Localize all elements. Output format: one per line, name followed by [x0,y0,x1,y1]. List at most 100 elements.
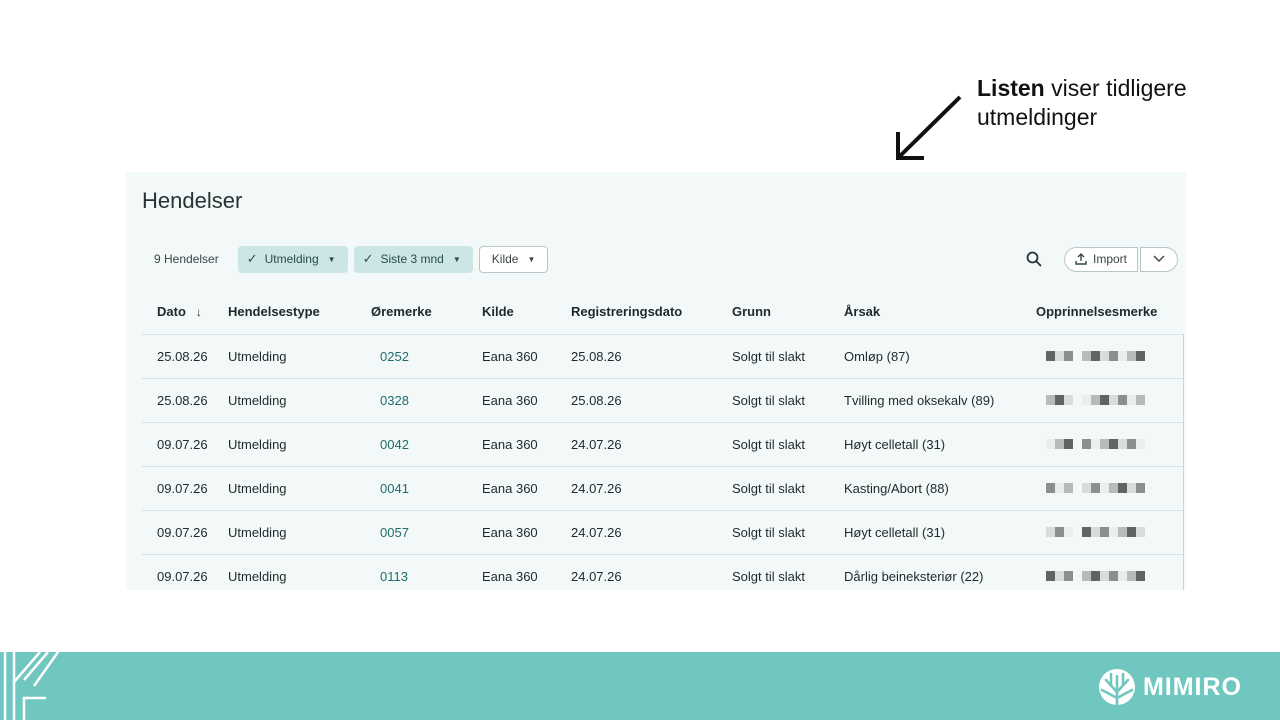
column-header-dato[interactable]: Dato ↓ [142,290,228,335]
table-row[interactable]: 25.08.26 Utmelding 0252 Eana 360 25.08.26 Sol… [142,334,1184,379]
filter-chip-kilde[interactable]: Kilde ▼ [478,245,549,273]
column-header-reason[interactable]: Grunn [732,290,844,335]
table-header-row: Dato ↓ Hendelsestype Øremerke Kilde Regis… [142,290,1184,335]
cell-earmark: 0252 [371,334,482,379]
events-table: Dato ↓ Hendelsestype Øremerke Kilde Regis… [142,290,1184,590]
filter-chip-period[interactable]: ✓ Siste 3 mnd ▼ [353,245,473,273]
annotation-bold: Listen [977,75,1045,101]
redacted-pixels [1046,350,1145,361]
table-row[interactable]: 25.08.26 Utmelding 0328 Eana 360 25.08.26 Sol… [142,378,1184,423]
import-menu-button[interactable] [1140,246,1178,272]
earmark-link[interactable]: 0057 [371,525,409,540]
table-row[interactable]: 09.07.26 Utmelding 0057 Eana 360 24.07.26 Sol… [142,510,1184,555]
cell-regdate: 24.07.26 [571,466,732,511]
cell-regdate: 25.08.26 [571,378,732,423]
cell-type: Utmelding [228,466,371,511]
cell-reason: Solgt til slakt [732,510,844,555]
column-header-origin-mark[interactable]: Opprinnelsesmerke [1036,290,1184,335]
scroll-edge [1183,334,1184,590]
cell-source: Eana 360 [482,554,571,590]
column-header-source[interactable]: Kilde [482,290,571,335]
earmark-link[interactable]: 0328 [371,393,409,408]
annotation-text: Listen viser tidligere utmeldinger [977,74,1237,132]
events-panel: Hendelser 9 Hendelser ✓ Utmelding ▼ ✓ Si… [126,172,1186,590]
cell-reason: Solgt til slakt [732,554,844,590]
sort-down-icon[interactable]: ↓ [196,305,202,319]
footer-band: MIMIRO [0,652,1280,720]
cell-source: Eana 360 [482,378,571,423]
cell-type: Utmelding [228,554,371,590]
column-header-cause[interactable]: Årsak [844,290,1036,335]
cell-cause: Dårlig beineksteriør (22) [844,554,1036,590]
cell-cause: Høyt celletall (31) [844,422,1036,467]
cell-origin-mark-redacted [1036,510,1184,555]
cell-earmark: 0328 [371,378,482,423]
cell-origin-mark-redacted [1036,422,1184,467]
cell-source: Eana 360 [482,422,571,467]
earmark-link[interactable]: 0042 [371,437,409,452]
chevron-down-icon [1153,255,1165,262]
earmark-link[interactable]: 0113 [371,569,408,584]
event-count: 9 Hendelser [154,252,219,266]
cell-origin-mark-redacted [1036,554,1184,590]
cell-type: Utmelding [228,510,371,555]
earmark-link[interactable]: 0041 [371,481,409,496]
cell-regdate: 25.08.26 [571,334,732,379]
cell-cause: Kasting/Abort (88) [844,466,1036,511]
cell-cause: Høyt celletall (31) [844,510,1036,555]
cell-earmark: 0057 [371,510,482,555]
redacted-pixels [1046,570,1145,581]
cell-cause: Omløp (87) [844,334,1036,379]
cell-earmark: 0042 [371,422,482,467]
redacted-pixels [1046,526,1145,537]
cell-source: Eana 360 [482,510,571,555]
cell-date: 25.08.26 [142,378,228,423]
slide: Listen viser tidligere utmeldinger Hende… [0,0,1280,720]
cell-regdate: 24.07.26 [571,510,732,555]
table-row[interactable]: 09.07.26 Utmelding 0113 Eana 360 24.07.26 Sol… [142,554,1184,590]
column-header-regdate[interactable]: Registreringsdato [571,290,732,335]
search-button[interactable] [1020,245,1048,273]
cell-regdate: 24.07.26 [571,554,732,590]
cell-type: Utmelding [228,334,371,379]
table-row[interactable]: 09.07.26 Utmelding 0042 Eana 360 24.07.26 Sol… [142,422,1184,467]
redacted-pixels [1046,394,1145,405]
import-label: Import [1092,252,1127,266]
cell-regdate: 24.07.26 [571,422,732,467]
arrow-icon [896,95,962,160]
caret-down-icon: ▼ [452,254,461,264]
column-header-type[interactable]: Hendelsestype [228,290,371,335]
cell-date: 09.07.26 [142,510,228,555]
decorative-lines-icon [3,652,60,720]
cell-reason: Solgt til slakt [732,334,844,379]
redacted-pixels [1046,438,1145,449]
brand-logo: MIMIRO [1097,668,1242,706]
table-row[interactable]: 09.07.26 Utmelding 0041 Eana 360 24.07.26 Sol… [142,466,1184,511]
caret-down-icon: ▼ [527,254,536,264]
earmark-link[interactable]: 0252 [371,349,409,364]
search-icon [1026,251,1042,267]
caret-down-icon: ▼ [327,254,336,264]
filter-label: Siste 3 mnd [380,252,444,266]
cell-origin-mark-redacted [1036,378,1184,423]
check-icon: ✓ [246,251,258,266]
cell-earmark: 0041 [371,466,482,511]
cell-reason: Solgt til slakt [732,422,844,467]
cell-earmark: 0113 [371,554,482,590]
cell-reason: Solgt til slakt [732,466,844,511]
upload-icon [1075,253,1087,265]
filter-chip-utmelding[interactable]: ✓ Utmelding ▼ [237,245,348,273]
import-button[interactable]: Import [1063,246,1138,272]
filter-label: Utmelding [264,252,319,266]
filter-label: Kilde [491,252,519,266]
toolbar: 9 Hendelser ✓ Utmelding ▼ ✓ Siste 3 mnd … [142,245,1178,273]
brand-name: MIMIRO [1142,672,1242,701]
cell-cause: Tvilling med oksekalv (89) [844,378,1036,423]
cell-origin-mark-redacted [1036,466,1184,511]
tree-logo-icon [1098,669,1135,706]
cell-type: Utmelding [228,378,371,423]
column-header-earmark[interactable]: Øremerke [371,290,482,335]
cell-date: 09.07.26 [142,422,228,467]
cell-origin-mark-redacted [1036,334,1184,379]
cell-reason: Solgt til slakt [732,378,844,423]
